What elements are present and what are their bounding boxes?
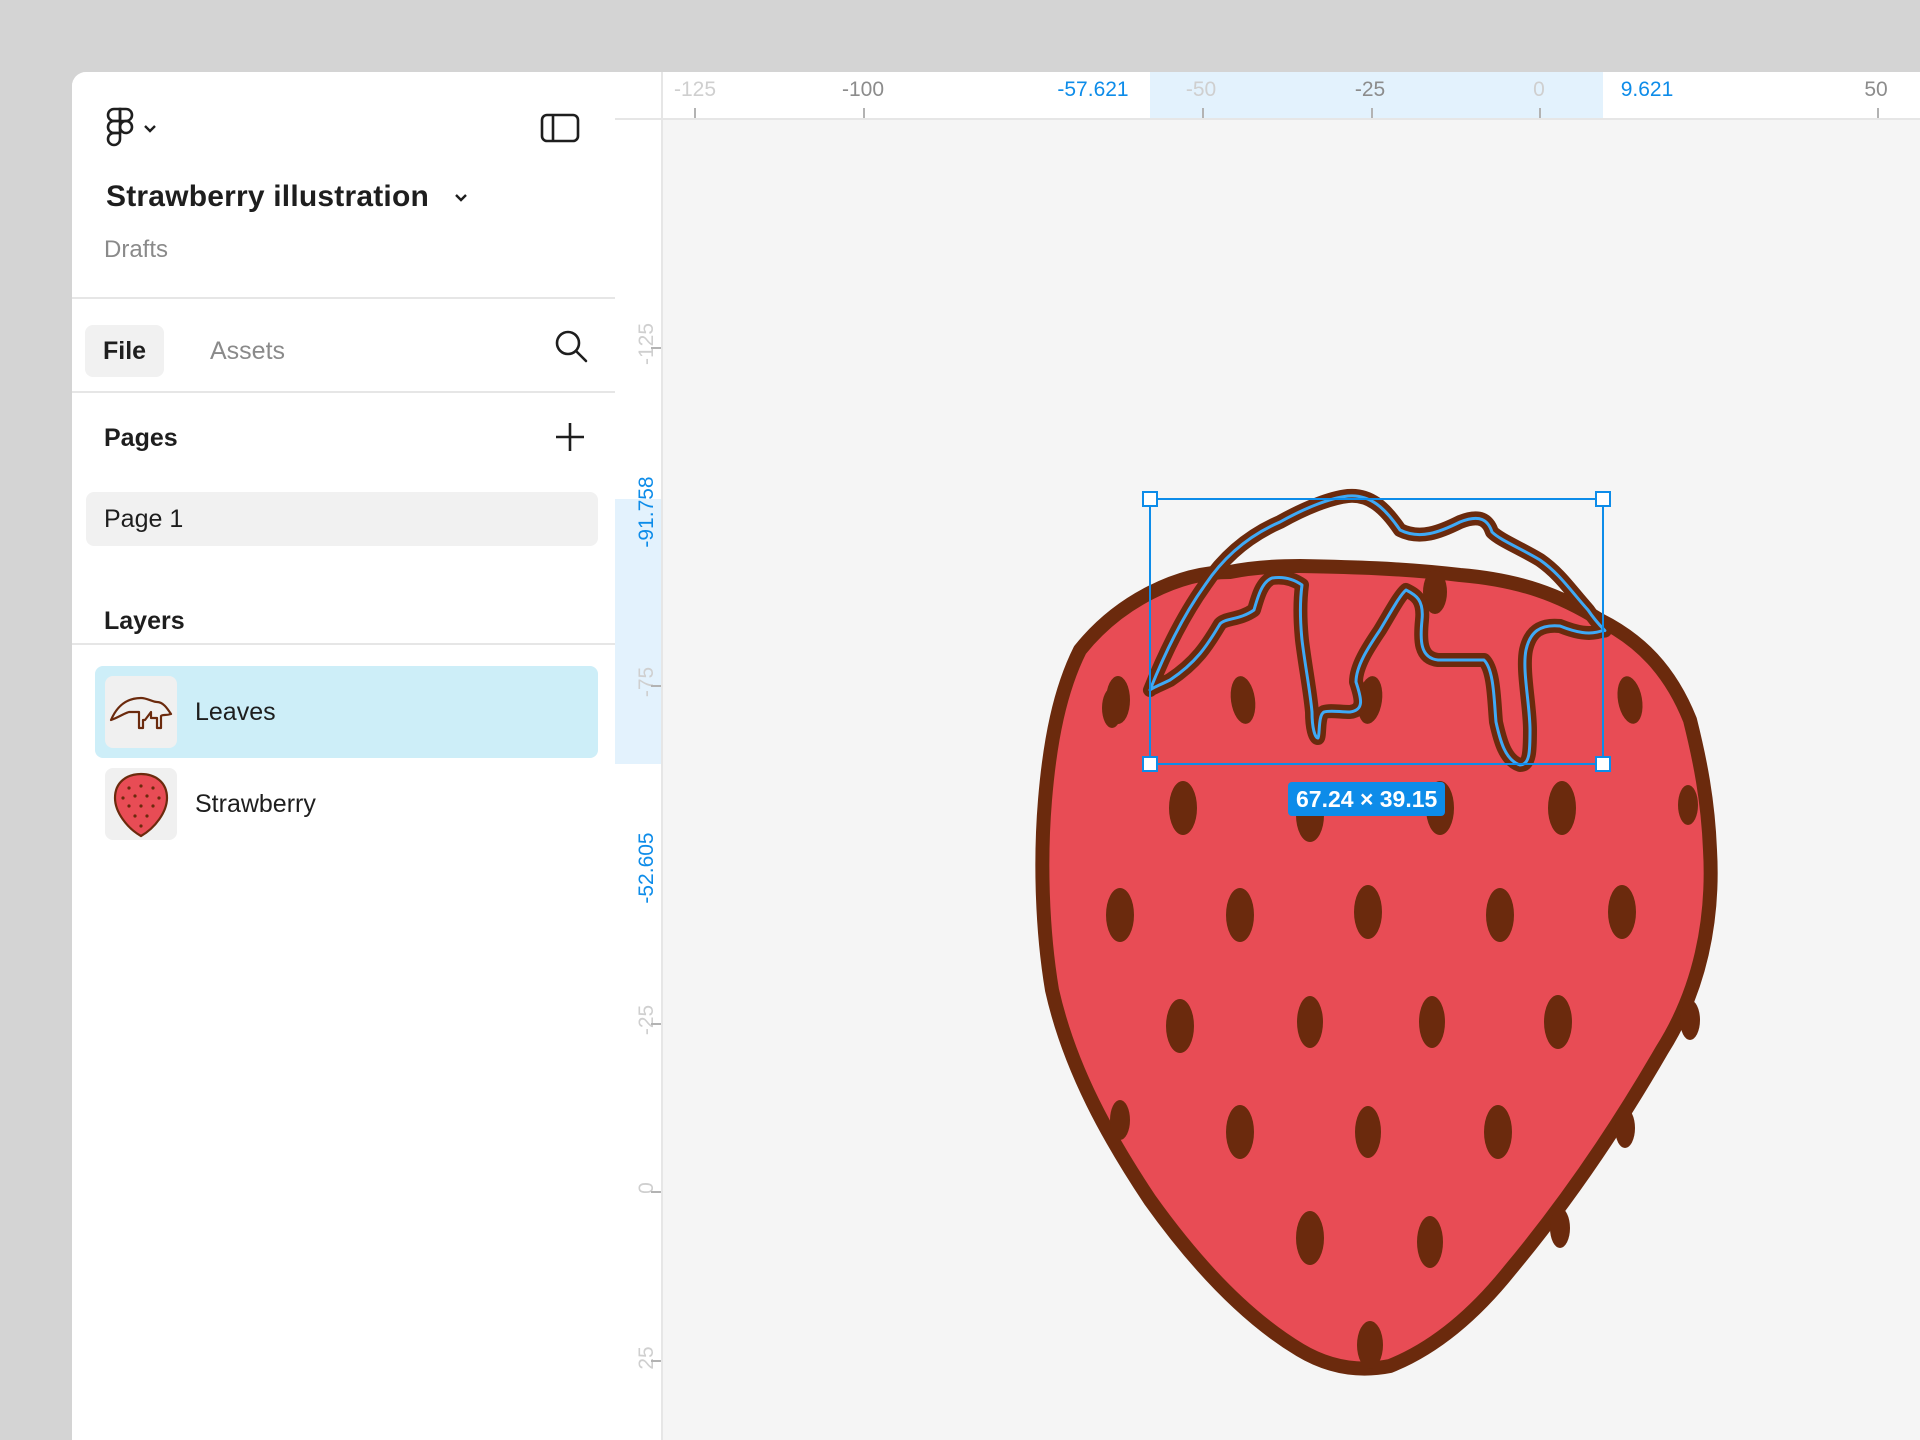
page-item-page-1[interactable]: Page 1 <box>86 492 598 546</box>
layer-label: Leaves <box>195 698 276 726</box>
canvas-artwork <box>1035 488 1718 1376</box>
resize-handle-bottom-right[interactable] <box>1595 756 1611 772</box>
tab-file[interactable]: File <box>85 325 165 377</box>
canvas-area[interactable]: -125 -100 -57.621 -50 -25 0 9.621 50 -12… <box>615 72 1920 1440</box>
file-location[interactable]: Drafts <box>104 236 168 264</box>
main-menu-button[interactable] <box>104 106 172 150</box>
strawberry-layer[interactable] <box>1035 559 1718 1376</box>
chevron-down-icon <box>455 194 467 202</box>
leaves-thumbnail-icon <box>105 676 177 748</box>
add-page-plus-icon[interactable] <box>553 420 587 454</box>
file-title-menu[interactable]: Strawberry illustration <box>106 180 469 214</box>
file-title: Strawberry illustration <box>106 180 430 213</box>
resize-handle-top-right[interactable] <box>1595 491 1611 507</box>
selection-dimensions-badge: 67.24 × 39.15 <box>1288 782 1446 816</box>
sidebar-tabs: File Assets <box>72 299 615 393</box>
strawberry-thumbnail-icon <box>105 768 177 840</box>
layer-label: Strawberry <box>195 790 316 818</box>
layer-item-leaves[interactable]: Leaves <box>95 666 598 758</box>
file-header: Strawberry illustration Drafts <box>72 72 615 299</box>
resize-handle-top-left[interactable] <box>1142 491 1158 507</box>
search-icon[interactable] <box>553 328 589 364</box>
sidebar-toggle-icon[interactable] <box>540 112 580 144</box>
layer-item-strawberry[interactable]: Strawberry <box>95 758 598 850</box>
resize-handle-bottom-left[interactable] <box>1142 756 1158 772</box>
tab-assets[interactable]: Assets <box>192 325 303 377</box>
chevron-down-icon <box>144 125 156 133</box>
page-item-label: Page 1 <box>104 505 184 533</box>
pages-heading: Pages <box>104 424 178 452</box>
figma-logo-icon <box>106 107 134 147</box>
